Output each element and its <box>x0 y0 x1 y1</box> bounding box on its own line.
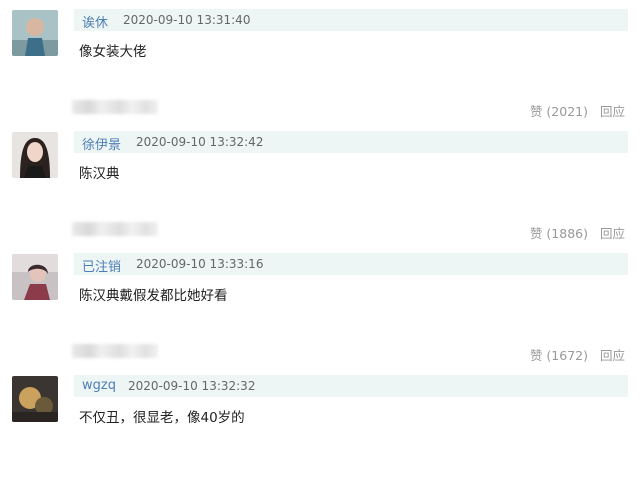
timestamp: 2020-09-10 13:32:32 <box>128 379 256 393</box>
username-link[interactable]: 已注销 <box>82 256 121 275</box>
username-link[interactable]: 诶休 <box>82 12 108 31</box>
like-button[interactable]: 赞 (1672) <box>530 348 588 363</box>
comment-actions: 赞 (1672) 回应 <box>530 345 625 364</box>
comment-item: wgzq 2020-09-10 13:32:32 不仅丑，很显老，像40岁的 <box>0 366 641 488</box>
reply-button[interactable]: 回应 <box>600 104 625 119</box>
comment-text: 陈汉典戴假发都比她好看 <box>79 288 228 304</box>
comment-meta-bar: 诶休 2020-09-10 13:31:40 <box>74 9 628 31</box>
timestamp: 2020-09-10 13:31:40 <box>123 13 251 27</box>
avatar-image <box>12 10 58 56</box>
avatar-image <box>12 376 58 422</box>
avatar[interactable] <box>12 132 58 178</box>
username-link[interactable]: wgzq <box>82 378 116 393</box>
avatar[interactable] <box>12 254 58 300</box>
avatar-image <box>12 132 58 178</box>
comment-meta-bar: wgzq 2020-09-10 13:32:32 <box>74 375 628 397</box>
comment-meta-bar: 徐伊景 2020-09-10 13:32:42 <box>74 131 628 153</box>
avatar[interactable] <box>12 376 58 422</box>
comment-actions: 赞 (2021) 回应 <box>530 101 625 120</box>
blurred-content <box>72 344 158 358</box>
like-button[interactable]: 赞 (1886) <box>530 226 588 241</box>
comment-actions: 赞 (1886) 回应 <box>530 223 625 242</box>
username-link[interactable]: 徐伊景 <box>82 134 121 153</box>
blurred-content <box>72 222 158 236</box>
comment-item: 徐伊景 2020-09-10 13:32:42 陈汉典 赞 (1886) 回应 <box>0 122 641 244</box>
blurred-content <box>72 100 158 114</box>
comment-meta-bar: 已注销 2020-09-10 13:33:16 <box>74 253 628 275</box>
like-button[interactable]: 赞 (2021) <box>530 104 588 119</box>
avatar-image <box>12 254 58 300</box>
comment-text: 陈汉典 <box>79 166 120 182</box>
comment-item: 已注销 2020-09-10 13:33:16 陈汉典戴假发都比她好看 赞 (1… <box>0 244 641 366</box>
comment-item: 诶休 2020-09-10 13:31:40 像女装大佬 赞 (2021) 回应 <box>0 0 641 122</box>
timestamp: 2020-09-10 13:33:16 <box>136 257 264 271</box>
reply-button[interactable]: 回应 <box>600 226 625 241</box>
comment-text: 像女装大佬 <box>79 44 147 60</box>
avatar[interactable] <box>12 10 58 56</box>
comment-text: 不仅丑，很显老，像40岁的 <box>79 410 245 426</box>
reply-button[interactable]: 回应 <box>600 348 625 363</box>
timestamp: 2020-09-10 13:32:42 <box>136 135 264 149</box>
